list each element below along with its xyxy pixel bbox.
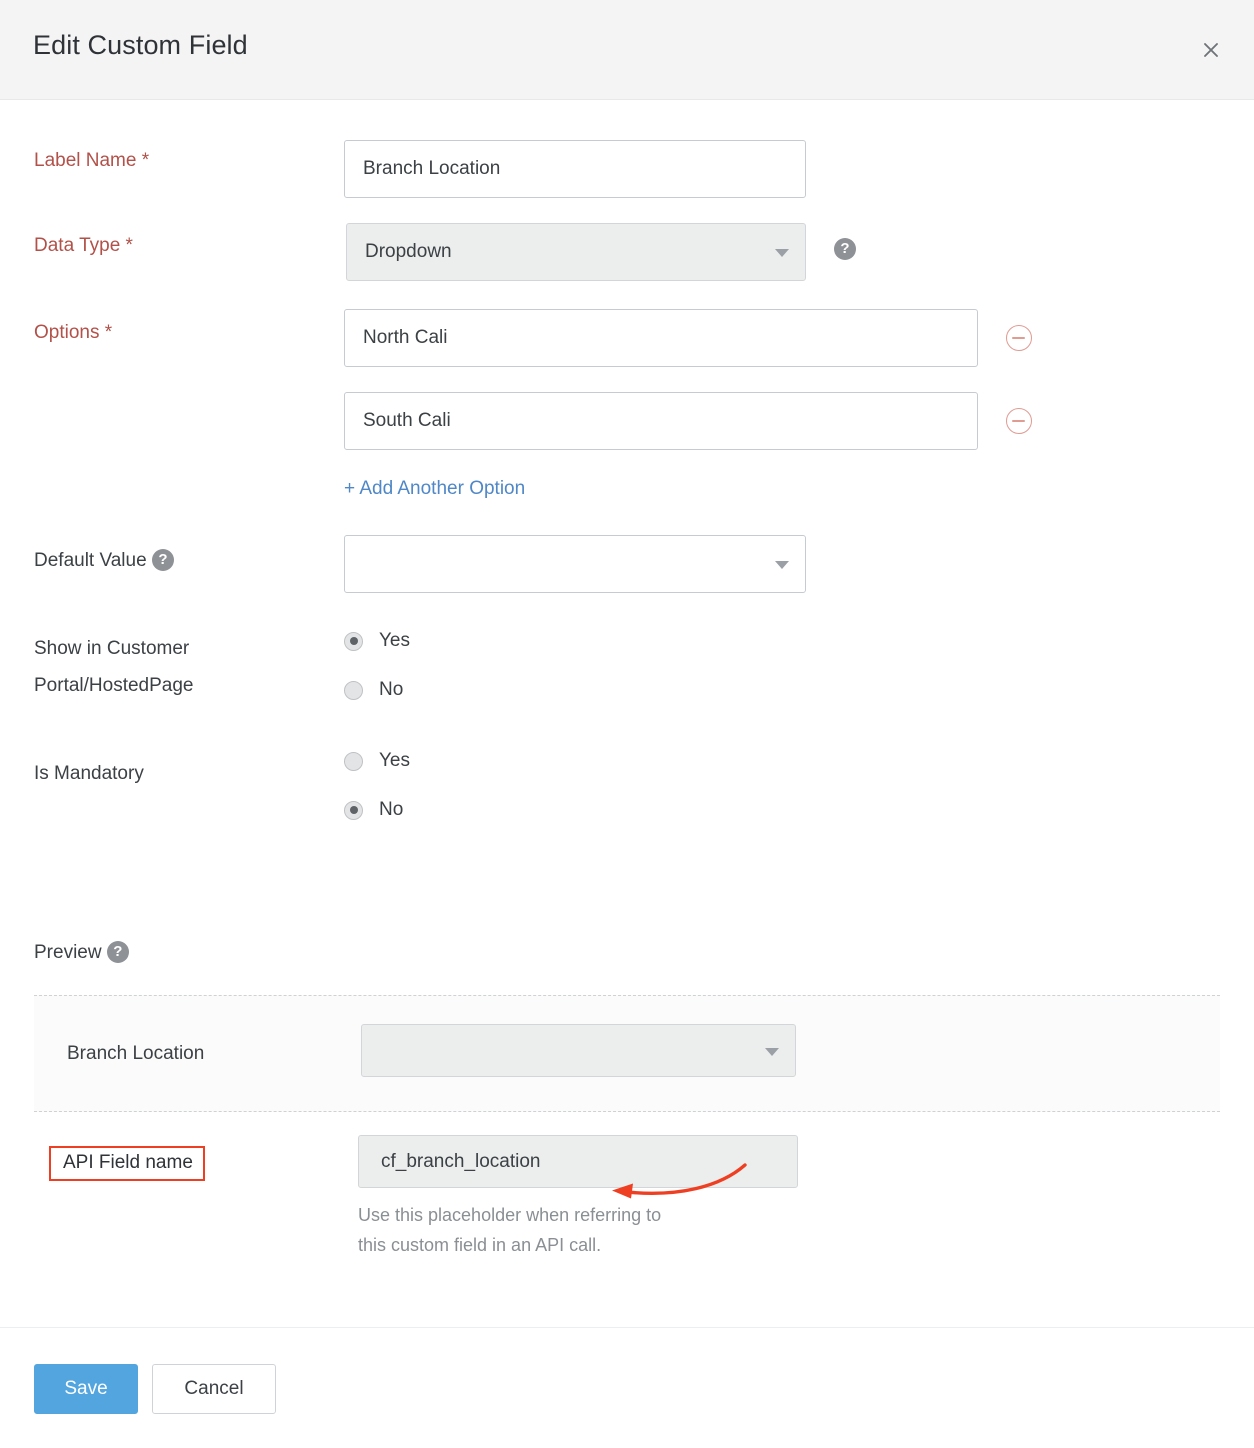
data-type-help-icon[interactable]: ? bbox=[834, 238, 856, 260]
remove-option-icon-1[interactable] bbox=[1006, 325, 1032, 351]
radio-label[interactable]: No bbox=[379, 799, 403, 821]
default-value-text: Default Value bbox=[34, 550, 147, 571]
default-value-label: Default Value ? bbox=[34, 548, 174, 574]
api-field-hint-line2: this custom field in an API call. bbox=[358, 1235, 601, 1255]
label-name-input[interactable] bbox=[344, 140, 806, 198]
api-field-hint-line1: Use this placeholder when referring to bbox=[358, 1205, 661, 1225]
default-value-help-icon[interactable]: ? bbox=[152, 549, 174, 571]
preview-panel: Branch Location bbox=[34, 995, 1220, 1112]
api-field-name-value: cf_branch_location bbox=[358, 1135, 798, 1188]
remove-option-icon-2[interactable] bbox=[1006, 408, 1032, 434]
preview-label: Preview ? bbox=[34, 940, 129, 966]
radio-label[interactable]: No bbox=[379, 679, 403, 701]
required-asterisk: * bbox=[105, 322, 112, 343]
required-asterisk: * bbox=[126, 235, 133, 256]
option-input-2[interactable] bbox=[344, 392, 978, 450]
is-mandatory-radio-yes[interactable]: Yes bbox=[344, 750, 410, 772]
preview-help-icon[interactable]: ? bbox=[107, 941, 129, 963]
close-icon[interactable] bbox=[1196, 35, 1226, 65]
data-type-select[interactable]: Dropdown bbox=[346, 223, 806, 281]
api-field-name-label: API Field name bbox=[49, 1146, 205, 1181]
cancel-button[interactable]: Cancel bbox=[152, 1364, 276, 1414]
page-title: Edit Custom Field bbox=[33, 30, 248, 61]
radio-button[interactable] bbox=[344, 681, 363, 700]
show-in-portal-label: Show in Customer Portal/HostedPage bbox=[34, 630, 194, 704]
chevron-down-icon bbox=[765, 1048, 779, 1056]
show-in-portal-label-line1: Show in Customer bbox=[34, 638, 189, 659]
data-type-text: Data Type bbox=[34, 235, 120, 256]
show-in-portal-radio-yes[interactable]: Yes bbox=[344, 630, 410, 652]
required-asterisk: * bbox=[142, 150, 149, 171]
show-in-portal-radio-no[interactable]: No bbox=[344, 679, 403, 701]
chevron-down-icon bbox=[775, 249, 789, 257]
radio-button[interactable] bbox=[344, 752, 363, 771]
api-field-name-text: cf_branch_location bbox=[381, 1151, 541, 1173]
radio-button[interactable] bbox=[344, 801, 363, 820]
modal-header: Edit Custom Field bbox=[0, 0, 1254, 100]
options-text: Options bbox=[34, 322, 99, 343]
default-value-select[interactable] bbox=[344, 535, 806, 593]
chevron-down-icon bbox=[775, 561, 789, 569]
modal-footer: Save Cancel bbox=[0, 1327, 1254, 1448]
preview-field-select[interactable] bbox=[361, 1024, 796, 1077]
save-button[interactable]: Save bbox=[34, 1364, 138, 1414]
options-label: Options * bbox=[34, 320, 112, 346]
preview-field-label: Branch Location bbox=[67, 1043, 204, 1065]
radio-button[interactable] bbox=[344, 632, 363, 651]
data-type-selected-value: Dropdown bbox=[365, 241, 452, 263]
label-name-label: Label Name * bbox=[34, 148, 149, 174]
preview-label-text: Preview bbox=[34, 942, 102, 963]
radio-label[interactable]: Yes bbox=[379, 630, 410, 652]
show-in-portal-label-line2: Portal/HostedPage bbox=[34, 675, 194, 696]
radio-label[interactable]: Yes bbox=[379, 750, 410, 772]
is-mandatory-radio-no[interactable]: No bbox=[344, 799, 403, 821]
data-type-label: Data Type * bbox=[34, 233, 133, 259]
modal-body: Label Name * Data Type * Dropdown ? Opti… bbox=[0, 100, 1254, 1327]
api-field-hint: Use this placeholder when referring to t… bbox=[358, 1200, 798, 1260]
option-input-1[interactable] bbox=[344, 309, 978, 367]
label-name-text: Label Name bbox=[34, 150, 136, 171]
add-another-option-link[interactable]: + Add Another Option bbox=[344, 478, 525, 500]
is-mandatory-label: Is Mandatory bbox=[34, 761, 144, 787]
